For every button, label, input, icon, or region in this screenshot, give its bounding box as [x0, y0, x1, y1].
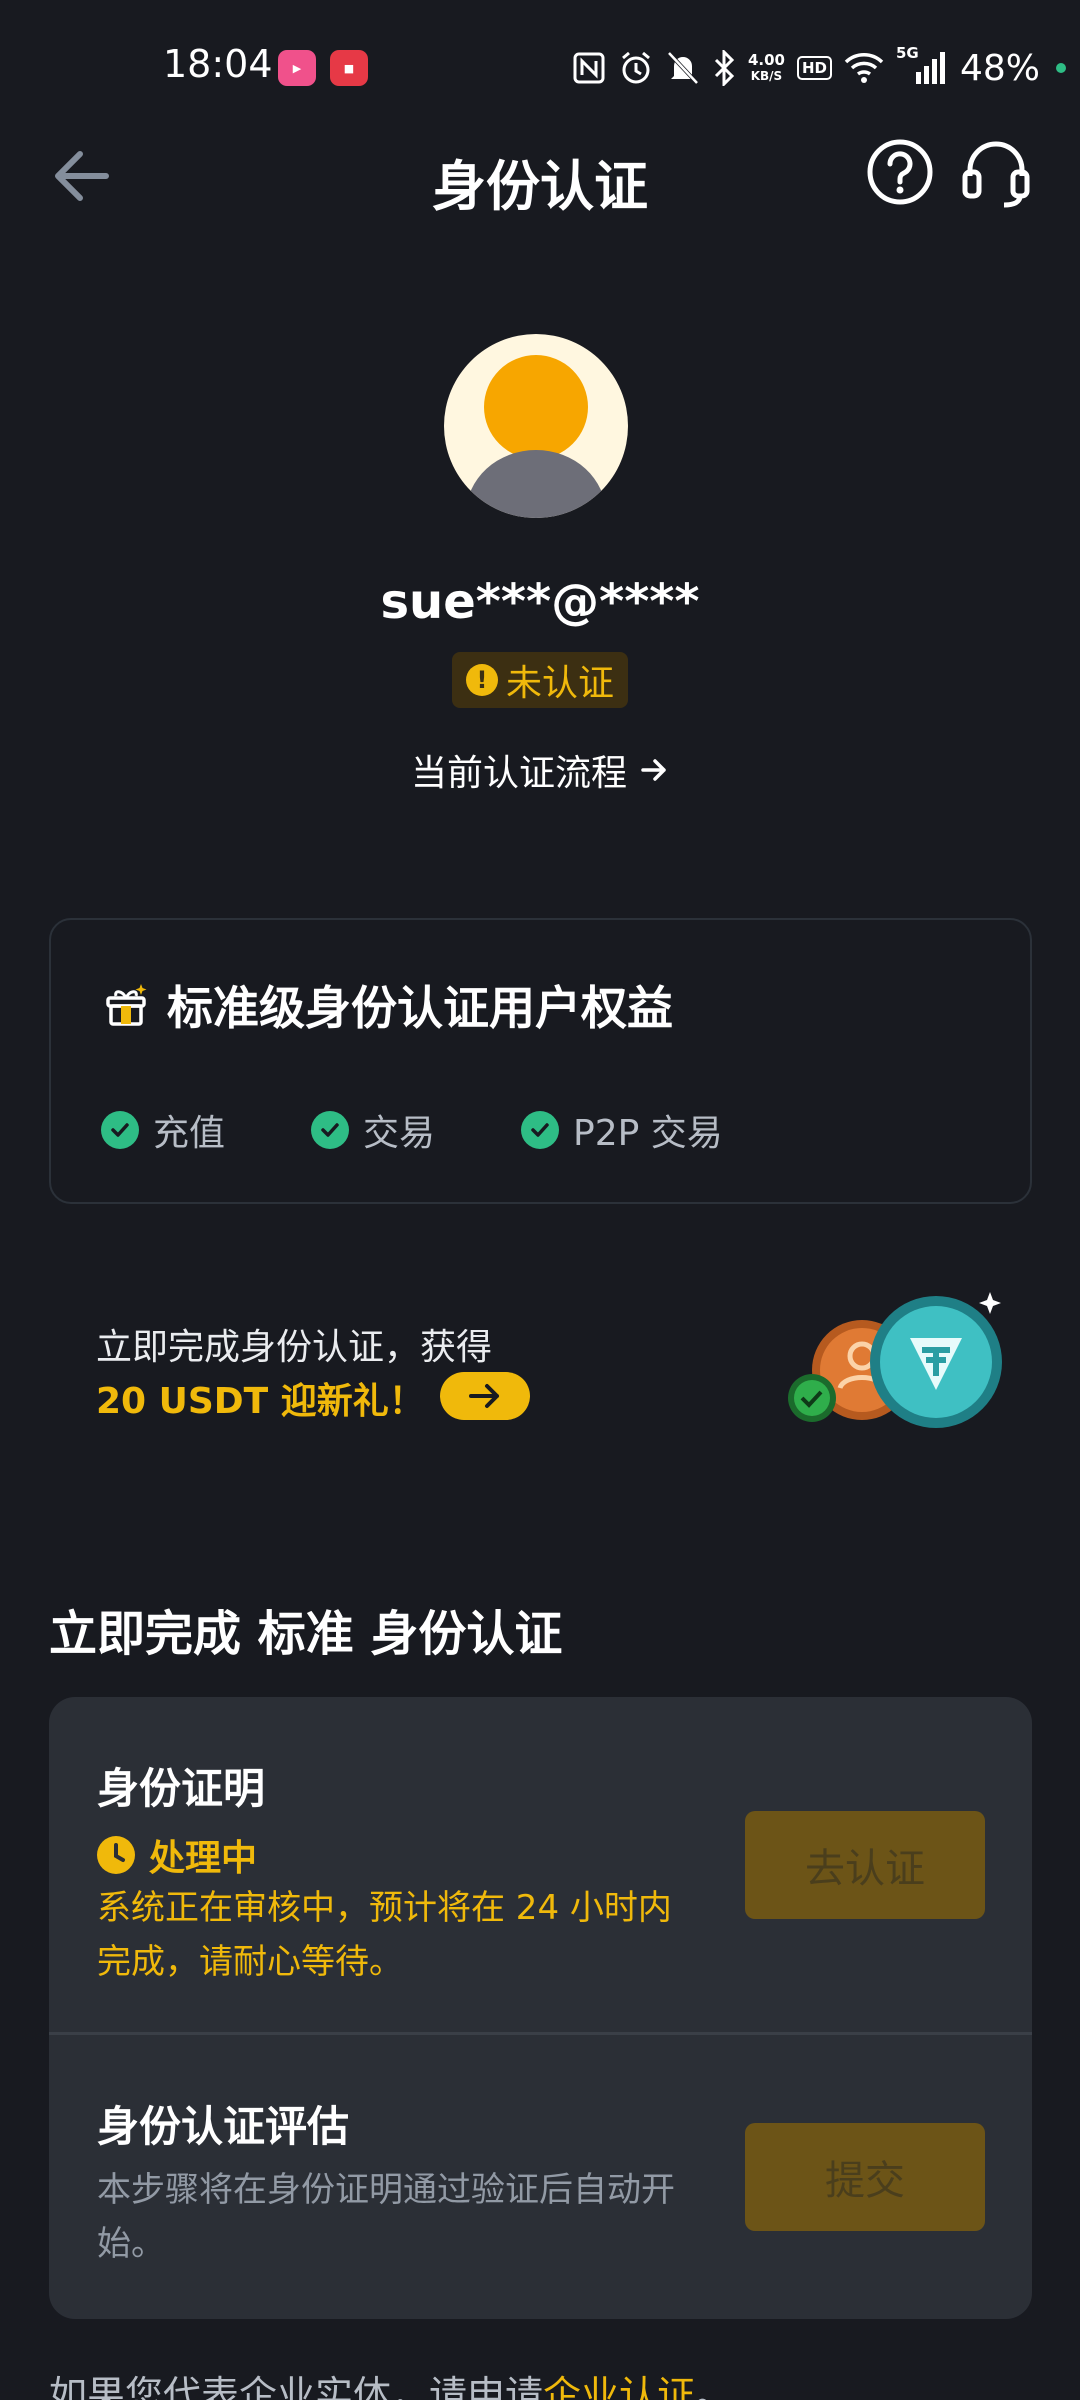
benefit-label: P2P 交易 [573, 1113, 723, 1154]
customer-support-button[interactable] [960, 138, 1032, 208]
gift-icon [106, 984, 147, 1026]
benefits-title: 标准级身份认证用户权益 [103, 972, 673, 1038]
verification-status-badge: ! 未认证 [452, 652, 628, 708]
status-bar: 18:04 ▶ ■ 4.00 KB/S HD 5G 48% [0, 0, 1080, 138]
promo-arrow-button[interactable] [440, 1372, 530, 1420]
step-identity-assessment: 身份认证评估 本步骤将在身份证明通过验证后自动开始。 提交 [49, 2035, 1032, 2319]
check-circle-icon [101, 1111, 139, 1149]
step-title: 身份证明 [97, 1764, 266, 1813]
headset-icon [962, 141, 1030, 208]
status-icons: 4.00 KB/S HD 5G 48% [572, 44, 1066, 90]
benefit-item-p2p: P2P 交易 [521, 1104, 723, 1156]
arrow-right-icon [469, 1384, 499, 1408]
benefits-card: 标准级身份认证用户权益 充值 交易 P2P 交易 [49, 918, 1032, 1204]
mute-bell-icon [667, 51, 699, 85]
help-button[interactable] [866, 138, 934, 206]
status-time: 18:04 [163, 42, 273, 86]
current-flow-label: 当前认证流程 [410, 753, 627, 794]
benefit-item-trade: 交易 [311, 1104, 435, 1156]
help-circle-icon [867, 139, 933, 205]
user-avatar-icon [466, 355, 606, 518]
app-header: 身份认证 [0, 130, 1080, 220]
arrow-right-icon [641, 759, 666, 781]
step-description: 系统正在审核中，预计将在 24 小时内完成，请耐心等待。 [97, 1888, 672, 1982]
step-identity-proof: 身份证明 处理中 系统正在审核中，预计将在 24 小时内完成，请耐心等待。 去认… [49, 1697, 1032, 2035]
promo-reward-text: 20 USDT 迎新礼！ [96, 1381, 425, 1422]
clock-icon [97, 1836, 135, 1874]
verification-steps-card: 身份证明 处理中 系统正在审核中，预计将在 24 小时内完成，请耐心等待。 去认… [49, 1697, 1032, 2319]
wifi-icon [844, 53, 884, 83]
go-verify-button[interactable]: 去认证 [745, 1811, 985, 1919]
enterprise-note-end: 。 [695, 2373, 734, 2400]
enterprise-note-text: 如果您代表企业实体，请申请 [49, 2373, 544, 2400]
battery-level: 48% [959, 47, 1040, 89]
promo-banner[interactable]: 立即完成身份认证，获得 20 USDT 迎新礼！ [96, 1292, 1002, 1448]
charging-dot [1056, 63, 1066, 73]
benefit-label: 交易 [363, 1113, 436, 1154]
submit-button[interactable]: 提交 [745, 2123, 985, 2231]
bluetooth-icon [714, 50, 735, 86]
promo-text: 立即完成身份认证，获得 [96, 1327, 493, 1368]
hd-badge: HD [796, 56, 832, 80]
net-speed: 4.00 KB/S [747, 51, 785, 83]
avatar [444, 334, 628, 518]
benefit-item-deposit: 充值 [101, 1104, 225, 1156]
check-circle-icon [311, 1111, 349, 1149]
enterprise-verification-link[interactable]: 企业认证 [543, 2373, 695, 2400]
benefit-label: 充值 [153, 1113, 226, 1154]
step-title: 身份认证评估 [97, 2102, 350, 2151]
usdt-reward-illustration [788, 1292, 1002, 1428]
current-flow-link[interactable]: 当前认证流程 [0, 744, 1080, 796]
benefits-title-text: 标准级身份认证用户权益 [167, 981, 673, 1035]
check-circle-icon [521, 1111, 559, 1149]
step-description: 本步骤将在身份证明通过验证后自动开始。 [97, 2170, 675, 2264]
bilibili-app-icon: ▶ [278, 50, 316, 86]
section-title: 立即完成 标准 身份认证 [49, 1606, 563, 1662]
enterprise-note: 如果您代表企业实体，请申请企业认证。 [49, 2364, 733, 2400]
warning-icon: ! [465, 664, 498, 696]
signal-icon: 5G [896, 44, 948, 86]
step-status-text: 处理中 [149, 1838, 258, 1879]
nfc-icon [573, 52, 605, 84]
video-recorder-app-icon: ■ [330, 50, 368, 86]
step-status: 处理中 [97, 1829, 257, 1881]
verification-status-text: 未认证 [505, 663, 614, 704]
alarm-icon [621, 51, 650, 84]
username: sue***@**** [380, 574, 700, 630]
